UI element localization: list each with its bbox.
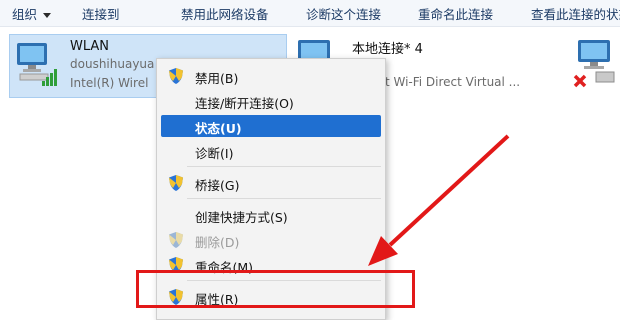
annotation-arrow-icon — [368, 134, 510, 266]
